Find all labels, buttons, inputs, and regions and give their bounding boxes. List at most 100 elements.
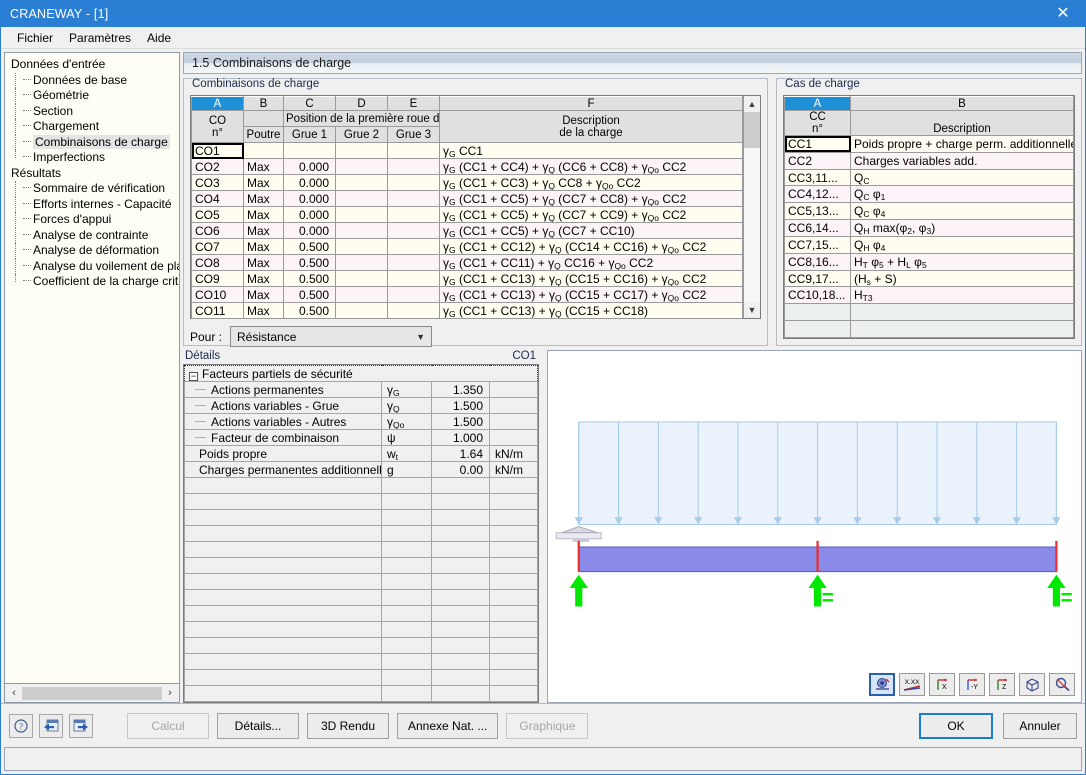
details-row-label[interactable] (184, 541, 382, 558)
details-row-empty[interactable] (184, 685, 538, 702)
cell-grue-2[interactable] (335, 270, 388, 287)
details-row-symbol[interactable] (381, 525, 432, 542)
cell-poutre[interactable]: Max (243, 238, 284, 255)
cell-description[interactable]: γG CC1 (439, 142, 743, 159)
cell-description[interactable]: QH φ4 (850, 235, 1074, 254)
details-row[interactable]: Actions permanentes γG 1.350 (184, 381, 538, 398)
cell-co-number[interactable]: CO5 (191, 206, 244, 223)
table-row[interactable]: CO5 Max 0.000 γG (CC1 + CC5) + γQ (CC7 + CC… (191, 206, 743, 223)
cell-co-number[interactable]: CO10 (191, 286, 244, 303)
cell-grue-1[interactable]: 0.000 (283, 222, 336, 239)
column-header-b[interactable]: B (850, 96, 1074, 111)
cancel-button[interactable]: Annuler (1003, 712, 1077, 739)
column-header-a[interactable]: A (191, 96, 244, 111)
cell-cc-number[interactable] (784, 303, 851, 322)
sidebar-item-section[interactable]: Section (9, 103, 177, 120)
details-row-unit[interactable] (489, 605, 538, 622)
cell-poutre[interactable]: Max (243, 286, 284, 303)
details-row-unit[interactable] (489, 637, 538, 654)
cell-poutre[interactable]: Max (243, 158, 284, 175)
column-header-f[interactable]: F (439, 96, 743, 111)
details-row-unit[interactable] (489, 589, 538, 606)
table-row[interactable]: CC5,13... QC φ4 (784, 202, 1074, 221)
cell-description[interactable]: QH max(φ2, φ3) (850, 219, 1074, 237)
details-row-value[interactable] (431, 573, 490, 590)
details-row-unit[interactable] (489, 477, 538, 494)
sidebar-item-forces-d-appui[interactable]: Forces d'appui (9, 212, 177, 228)
details-row-value[interactable] (431, 541, 490, 558)
details-row-symbol[interactable] (381, 573, 432, 590)
table-row[interactable]: CO2 Max 0.000 γG (CC1 + CC4) + γQ (CC6 + CC… (191, 158, 743, 175)
details-row-unit[interactable] (489, 621, 538, 638)
details-row-label[interactable] (184, 685, 382, 702)
beam-diagram[interactable]: X.XX X -Y Z (547, 350, 1082, 703)
cell-co-number[interactable]: CO4 (191, 190, 244, 207)
details-row-empty[interactable] (184, 669, 538, 686)
table-row[interactable]: CO10 Max 0.500 γG (CC1 + CC13) + γQ (CC15 +… (191, 286, 743, 303)
details-row-label[interactable] (184, 477, 382, 494)
cell-grue-1[interactable]: 0.500 (283, 302, 336, 319)
cell-co-number[interactable]: CO2 (191, 158, 244, 175)
table-row[interactable]: CC3,11... QC (784, 168, 1074, 187)
cell-description[interactable]: QC (850, 168, 1074, 187)
pour-select[interactable]: Résistance ▼ (230, 326, 433, 347)
column-header-c[interactable]: C (283, 96, 336, 111)
details-row-empty[interactable] (184, 653, 538, 670)
cell-poutre[interactable]: Max (243, 254, 284, 271)
details-row-symbol[interactable] (381, 509, 432, 526)
cell-cc-number[interactable]: CC4,12... (784, 185, 851, 204)
details-row-symbol[interactable] (381, 637, 432, 654)
next-page-icon[interactable] (69, 713, 93, 738)
details-row-value[interactable]: 1.64 (431, 445, 490, 462)
cell-description[interactable]: HT3 (850, 286, 1074, 305)
d-tails-button[interactable]: Détails... (217, 712, 299, 739)
cell-poutre[interactable]: Max (243, 190, 284, 207)
cell-grue-2[interactable] (335, 174, 388, 191)
cell-description[interactable]: γG (CC1 + CC5) + γQ (CC7 + CC9) + γQo CC… (439, 206, 743, 223)
cell-description[interactable] (850, 320, 1074, 338)
annexe-nat-button[interactable]: Annexe Nat. ... (397, 712, 499, 739)
scroll-down-icon[interactable]: ▼ (744, 302, 760, 318)
details-row-label[interactable] (184, 669, 382, 686)
cell-grue-2[interactable] (335, 222, 388, 239)
cell-description[interactable]: γG (CC1 + CC12) + γQ (CC14 + CC16) + γQo… (439, 238, 743, 255)
cell-co-number[interactable]: CO6 (191, 222, 244, 239)
cell-poutre[interactable]: Max (243, 206, 284, 223)
sidebar-item-chargement[interactable]: Chargement (9, 119, 177, 135)
details-row[interactable]: Poids propre wt 1.64 kN/m (184, 445, 538, 462)
details-row-empty[interactable] (184, 493, 538, 510)
cell-grue-1[interactable]: 0.500 (283, 254, 336, 271)
sidebar-item-analyse-du-voilement-de-plaque[interactable]: Analyse du voilement de plaque (9, 258, 179, 275)
table-row[interactable]: CC1 Poids propre + charge perm. additionn… (784, 135, 1074, 153)
cell-description[interactable]: γG (CC1 + CC13) + γQ (CC15 + CC16) + γQo… (439, 270, 743, 287)
details-row-label[interactable] (184, 573, 382, 590)
cell-description[interactable]: QC φ1 (850, 185, 1074, 204)
cell-poutre[interactable]: Max (243, 174, 284, 191)
details-row-symbol[interactable] (381, 685, 432, 702)
details-row-symbol[interactable] (381, 669, 432, 686)
cell-co-number[interactable]: CO3 (191, 174, 244, 191)
previous-page-icon[interactable] (39, 713, 63, 738)
cell-grue-2[interactable] (335, 142, 388, 159)
table-row[interactable]: CC4,12... QC φ1 (784, 185, 1074, 204)
table-row[interactable]: CC10,18... HT3 (784, 286, 1074, 305)
scroll-left-icon[interactable]: ‹ (7, 687, 21, 699)
render-model-icon[interactable] (869, 673, 895, 696)
table-row[interactable]: CO1 γG CC1 (191, 142, 743, 159)
table-row[interactable]: CC9,17... (Hs + S) (784, 269, 1074, 288)
sidebar-horizontal-scrollbar[interactable]: ‹ › (4, 684, 180, 703)
table-row[interactable]: CO9 Max 0.500 γG (CC1 + CC13) + γQ (CC15 + … (191, 270, 743, 287)
table-row[interactable]: CC2 Charges variables add. (784, 151, 1074, 170)
table-row[interactable]: CO7 Max 0.500 γG (CC1 + CC12) + γQ (CC14 + … (191, 238, 743, 255)
cell-grue-3[interactable] (387, 206, 440, 223)
details-row-value[interactable]: 1.500 (431, 397, 490, 414)
details-row-symbol[interactable] (381, 605, 432, 622)
cell-description[interactable] (850, 303, 1074, 322)
view-minus-y-icon[interactable]: -Y (959, 673, 985, 696)
details-row-empty[interactable] (184, 589, 538, 606)
graphics-toolbar[interactable]: X.XX X -Y Z (869, 673, 1075, 696)
cell-grue-1[interactable]: 0.500 (283, 270, 336, 287)
cell-co-number[interactable]: CO8 (191, 254, 244, 271)
cell-grue-3[interactable] (387, 270, 440, 287)
sidebar-item-donn-es-de-base[interactable]: Données de base (9, 72, 177, 89)
